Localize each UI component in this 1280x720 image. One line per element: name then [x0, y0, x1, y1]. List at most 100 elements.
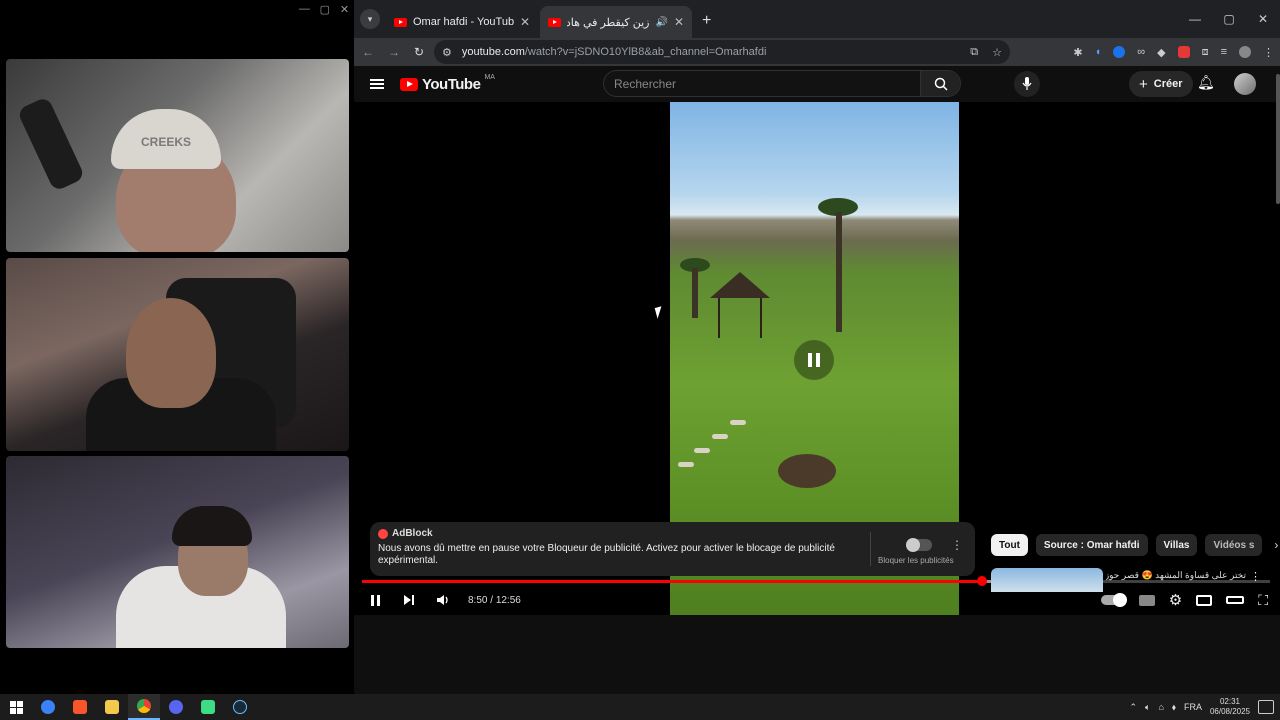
fullscreen-icon[interactable]: ⛶ — [1258, 592, 1268, 609]
microphone-image — [16, 96, 86, 192]
media-control-icon[interactable]: ≡ — [1221, 46, 1227, 58]
subtitles-icon[interactable] — [1138, 594, 1155, 606]
recommended-more-icon[interactable]: ⋮ — [1250, 570, 1261, 583]
bookmark-star-icon[interactable]: ☆ — [992, 46, 1002, 59]
tab-search-button[interactable]: ▾ — [360, 9, 380, 29]
cap-image: CREEKS — [111, 109, 221, 169]
menu-kebab-icon[interactable]: ⋮ — [1263, 46, 1274, 59]
search-button[interactable] — [920, 71, 960, 96]
adblock-more-icon[interactable]: ⋮ — [951, 538, 963, 552]
tab-omar-hafdi[interactable]: Omar hafdi - YouTube ✕ — [386, 6, 538, 38]
webcam-feed-3 — [6, 456, 349, 648]
adblock-brand-name: AdBlock — [392, 528, 433, 539]
volume-tray-icon[interactable]: 🔈︎ — [1145, 702, 1150, 713]
chrome-icon[interactable] — [128, 694, 160, 720]
tab-close-icon[interactable]: ✕ — [520, 15, 530, 29]
speaker-icon[interactable]: 🔊 — [655, 17, 667, 28]
taskbar-app-icon[interactable] — [32, 694, 64, 720]
android-studio-icon[interactable] — [192, 694, 224, 720]
close-icon[interactable]: ✕ — [340, 3, 349, 16]
file-explorer-icon[interactable] — [96, 694, 128, 720]
current-time: 8:50 — [468, 594, 488, 606]
adblock-extension-icon[interactable] — [1177, 46, 1190, 58]
chip-videos[interactable]: Vidéos s — [1205, 534, 1263, 556]
brave-browser-icon[interactable] — [64, 694, 96, 720]
extensions-area: ✱ ◖ ∞ ◆ ⧈ ≡ ⋮ — [1073, 38, 1274, 66]
mouse-cursor-icon — [654, 306, 665, 319]
tray-chevron-icon[interactable]: ⌃ — [1130, 702, 1138, 713]
chip-all[interactable]: Tout — [991, 534, 1028, 556]
maximize-icon[interactable]: ▢ — [320, 3, 330, 16]
browser-window: ▾ Omar hafdi - YouTube ✕ زين كيقطر في ها… — [354, 0, 1280, 694]
adblock-message: Nous avons dû mettre en pause votre Bloq… — [378, 543, 835, 566]
create-button[interactable]: + Créer — [1129, 71, 1193, 97]
block-ads-toggle[interactable] — [906, 538, 932, 552]
back-icon[interactable]: ← — [362, 45, 374, 59]
recommended-title[interactable]: تختر على قساوة المشهد 😍 قصر حوزة للبيع — [1106, 570, 1246, 581]
minimize-button[interactable]: — — [1178, 0, 1212, 38]
search-icon — [934, 77, 948, 91]
gazebo-roof-image — [710, 272, 770, 298]
miniplayer-icon[interactable] — [1196, 594, 1213, 606]
chevron-right-icon[interactable]: › — [1274, 538, 1278, 552]
avatar[interactable] — [1234, 73, 1256, 95]
clock[interactable]: 02:31 06/08/2025 — [1210, 697, 1250, 717]
url-host: youtube.com — [461, 46, 525, 58]
notifications-bell-icon[interactable]: 🔔︎ — [1197, 74, 1215, 91]
settings-gear-icon[interactable]: ⚙ — [1169, 591, 1182, 609]
start-button[interactable] — [0, 694, 32, 720]
steam-icon[interactable] — [224, 694, 256, 720]
volume-button[interactable] — [434, 594, 452, 606]
plus-icon: + — [1139, 75, 1148, 93]
theater-mode-icon[interactable] — [1226, 596, 1245, 604]
minimize-icon[interactable]: — — [299, 3, 310, 15]
adblock-hand-icon — [378, 528, 388, 539]
chip-villas[interactable]: Villas — [1155, 534, 1198, 556]
path-stone-image — [712, 434, 728, 439]
extension-icon[interactable]: ✱ — [1073, 46, 1082, 59]
site-info-icon[interactable]: ⚙ — [442, 46, 452, 59]
autoplay-toggle[interactable] — [1100, 593, 1127, 607]
notifications-icon[interactable] — [1258, 700, 1274, 714]
chip-source[interactable]: Source : Omar hafdi — [1035, 534, 1148, 556]
forward-icon[interactable]: → — [388, 45, 400, 59]
pause-overlay-icon[interactable] — [794, 340, 834, 380]
recommended-thumbnail[interactable] — [991, 568, 1103, 592]
duration: 12:56 — [495, 594, 521, 606]
webcam-window-controls[interactable]: — ▢ ✕ — [294, 0, 354, 18]
block-ads-label: Bloquer les publicités — [878, 556, 954, 565]
taskbar: ⌃ 🔈︎ ⌂ ⬧ FRA 02:31 06/08/2025 — [0, 694, 1280, 720]
profile-icon[interactable] — [1239, 46, 1251, 58]
extension-icon[interactable]: ∞ — [1137, 46, 1145, 58]
url-path: /watch?v=jSDNO10YlB8&ab_channel=Omarhafd… — [524, 46, 767, 58]
discord-icon[interactable] — [160, 694, 192, 720]
extension-icon[interactable]: ◖ — [1095, 46, 1102, 58]
tab-close-icon[interactable]: ✕ — [674, 15, 684, 29]
person-image — [126, 298, 216, 408]
palm-trunk-image — [836, 212, 842, 332]
network-icon[interactable]: ⌂ — [1158, 702, 1163, 712]
next-button[interactable] — [400, 594, 418, 606]
mic-tray-icon[interactable]: ⬧ — [1172, 702, 1176, 713]
close-button[interactable]: ✕ — [1246, 0, 1280, 38]
search-input[interactable] — [604, 71, 920, 96]
extensions-puzzle-icon[interactable]: ⧈ — [1202, 46, 1209, 59]
extension-icon[interactable]: ◆ — [1157, 46, 1165, 59]
install-app-icon[interactable]: ⧉ — [970, 46, 978, 59]
page-scrollbar[interactable] — [1276, 74, 1280, 204]
pause-button[interactable] — [366, 594, 384, 606]
extension-icon[interactable] — [1113, 46, 1126, 58]
youtube-logo[interactable]: YouTube MA — [400, 74, 495, 93]
maximize-button[interactable]: ▢ — [1212, 0, 1246, 38]
gazebo-post-image — [760, 298, 762, 338]
menu-hamburger-icon[interactable] — [370, 79, 384, 89]
scrubber-handle[interactable] — [977, 576, 988, 586]
new-tab-button[interactable]: + — [702, 12, 711, 30]
language-indicator[interactable]: FRA — [1184, 702, 1202, 712]
reload-icon[interactable]: ↻ — [414, 45, 424, 59]
address-bar[interactable]: ⚙ youtube.com/watch?v=jSDNO10YlB8&ab_cha… — [434, 40, 1010, 64]
voice-search-button[interactable] — [1014, 71, 1040, 97]
tab-bar: ▾ Omar hafdi - YouTube ✕ زين كيقطر في ها… — [354, 0, 1280, 38]
gazebo-post-image — [718, 298, 720, 338]
tab-video[interactable]: زين كيقطر في هاد القصر الـ 🔊 ✕ — [540, 6, 692, 38]
